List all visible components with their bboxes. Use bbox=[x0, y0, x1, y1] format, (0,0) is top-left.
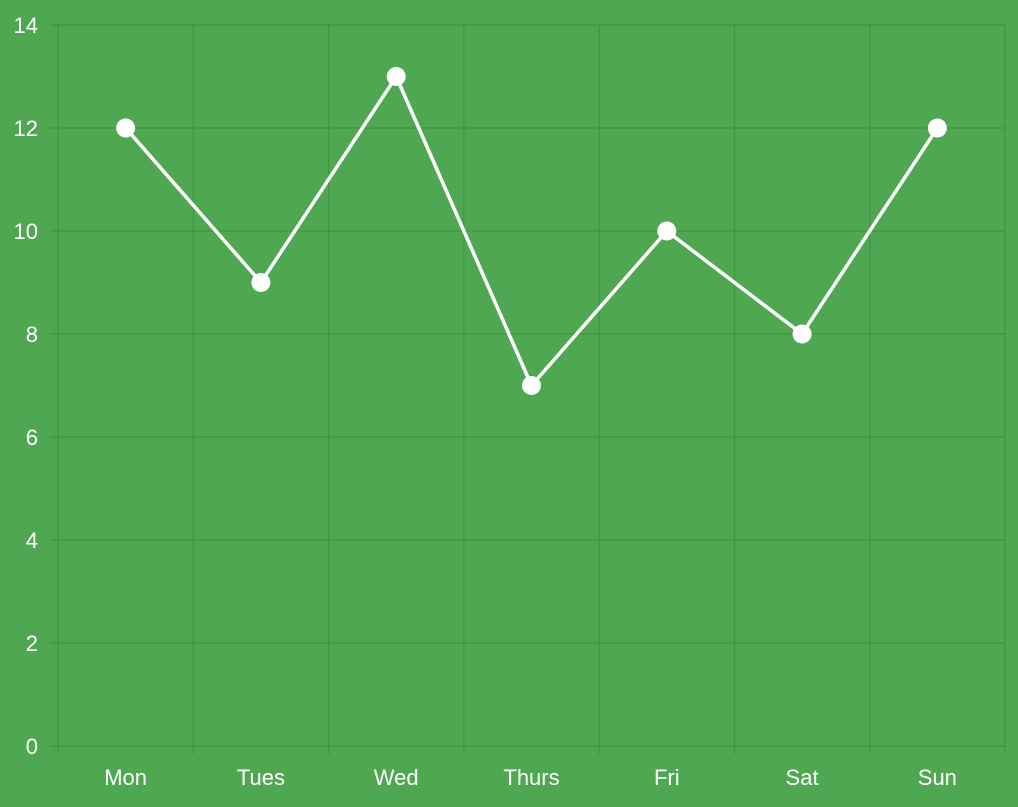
data-point bbox=[116, 118, 136, 138]
y-tick-label: 8 bbox=[26, 322, 38, 347]
x-tick-label: Fri bbox=[654, 765, 680, 790]
y-axis-ticks: 0 2 4 6 8 10 12 14 bbox=[14, 13, 38, 759]
x-tick-label: Mon bbox=[104, 765, 147, 790]
data-point bbox=[792, 324, 812, 344]
chart-svg: 0 2 4 6 8 10 12 14 Mon Tues Wed Thurs Fri Sat Sun bbox=[14, 13, 1006, 790]
x-tick-label: Sun bbox=[918, 765, 957, 790]
y-tick-label: 12 bbox=[14, 116, 38, 141]
x-tick-label: Thurs bbox=[503, 765, 559, 790]
x-tick-label: Sat bbox=[786, 765, 819, 790]
line-chart: 0 2 4 6 8 10 12 14 Mon Tues Wed Thurs Fri Sat Sun bbox=[0, 0, 1018, 802]
data-point bbox=[386, 67, 406, 86]
x-axis-ticks: Mon Tues Wed Thurs Fri Sat Sun bbox=[104, 765, 957, 790]
y-tick-label: 10 bbox=[14, 219, 38, 244]
y-tick-label: 6 bbox=[26, 425, 38, 450]
y-tick-label: 14 bbox=[14, 13, 38, 38]
y-tick-label: 2 bbox=[26, 631, 38, 656]
x-tick-label: Wed bbox=[374, 765, 419, 790]
x-tick-label: Tues bbox=[237, 765, 285, 790]
data-point bbox=[251, 273, 271, 292]
y-tick-label: 4 bbox=[26, 528, 38, 553]
data-point bbox=[657, 221, 677, 241]
data-point bbox=[927, 118, 947, 138]
data-point bbox=[522, 376, 541, 395]
y-tick-label: 0 bbox=[26, 734, 38, 759]
